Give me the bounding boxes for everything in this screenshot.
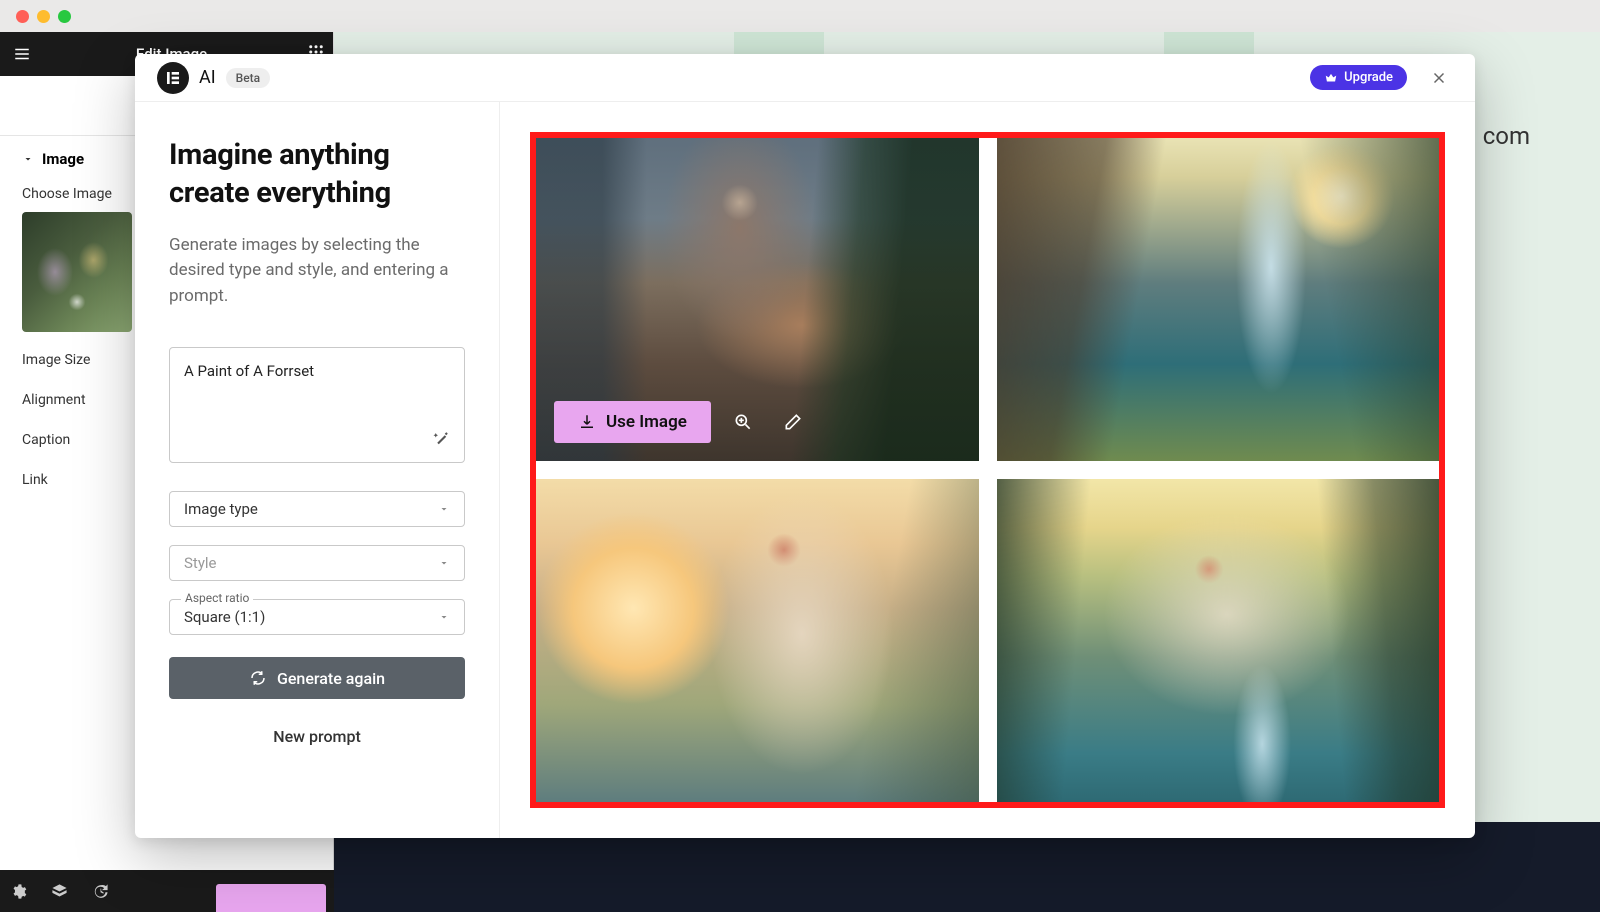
- image-thumbnail[interactable]: [22, 212, 132, 332]
- style-label: Style: [184, 554, 217, 572]
- menu-icon[interactable]: [8, 40, 36, 68]
- ai-label: AI: [199, 67, 216, 88]
- elementor-logo-icon: [157, 62, 189, 94]
- image-type-select[interactable]: Image type: [169, 491, 465, 527]
- prompt-box[interactable]: [169, 347, 465, 463]
- prompt-input[interactable]: [184, 362, 450, 426]
- headline: Imagine anything create everything: [169, 136, 465, 213]
- settings-icon[interactable]: [10, 883, 27, 900]
- generate-again-label: Generate again: [277, 669, 385, 688]
- edit-button[interactable]: [775, 404, 811, 440]
- image-type-label: Image type: [184, 500, 258, 518]
- tile-overlay: Use Image: [554, 401, 811, 443]
- update-button-peek[interactable]: [216, 884, 326, 912]
- zoom-icon: [733, 412, 753, 432]
- chevron-down-icon: [438, 503, 450, 515]
- layers-icon[interactable]: [51, 883, 68, 900]
- style-select[interactable]: Style: [169, 545, 465, 581]
- chevron-down-icon: [438, 611, 450, 623]
- upgrade-label: Upgrade: [1344, 70, 1393, 85]
- result-tile-4[interactable]: [997, 479, 1440, 802]
- use-image-button[interactable]: Use Image: [554, 401, 711, 443]
- result-tile-1[interactable]: Use Image: [536, 138, 979, 461]
- modal-gallery-area: Use Image: [500, 102, 1475, 838]
- headline-line1: Imagine anything: [169, 138, 390, 172]
- aspect-ratio-float-label: Aspect ratio: [181, 591, 253, 605]
- alignment-label: Alignment: [22, 392, 86, 408]
- download-icon: [578, 413, 596, 431]
- headline-line2: create everything: [169, 176, 391, 210]
- section-image-label: Image: [42, 150, 84, 168]
- mac-close-dot[interactable]: [16, 10, 29, 23]
- enhance-prompt-button[interactable]: [432, 430, 450, 452]
- aspect-ratio-value: Square (1:1): [184, 608, 265, 626]
- close-icon: [1430, 69, 1448, 87]
- mac-max-dot[interactable]: [58, 10, 71, 23]
- refresh-icon: [249, 669, 267, 687]
- mac-window-chrome: [0, 0, 1600, 32]
- results-gallery: Use Image: [530, 132, 1445, 808]
- close-button[interactable]: [1425, 64, 1453, 92]
- subtext: Generate images by selecting the desired…: [169, 233, 465, 310]
- modal-sidebar: Imagine anything create everything Gener…: [135, 102, 500, 838]
- link-label: Link: [22, 472, 48, 488]
- chevron-down-icon: [438, 557, 450, 569]
- crown-icon: [1324, 71, 1338, 85]
- result-tile-3[interactable]: [536, 479, 979, 802]
- background-text-fragment: com: [1483, 122, 1530, 150]
- use-image-label: Use Image: [606, 412, 687, 432]
- history-icon[interactable]: [92, 883, 109, 900]
- upgrade-button[interactable]: Upgrade: [1310, 65, 1407, 90]
- generate-again-button[interactable]: Generate again: [169, 657, 465, 699]
- caption-label: Caption: [22, 432, 70, 448]
- caret-down-icon: [22, 153, 34, 165]
- ai-modal: AI Beta Upgrade Imagine anything create …: [135, 54, 1475, 838]
- pencil-icon: [783, 412, 803, 432]
- aspect-ratio-group: Aspect ratio Square (1:1): [169, 599, 465, 635]
- generated-image-3: [536, 479, 979, 802]
- generated-image-4: [997, 479, 1440, 802]
- zoom-button[interactable]: [725, 404, 761, 440]
- modal-header: AI Beta Upgrade: [135, 54, 1475, 102]
- generated-image-2: [997, 138, 1440, 461]
- result-tile-2[interactable]: [997, 138, 1440, 461]
- mac-min-dot[interactable]: [37, 10, 50, 23]
- new-prompt-button[interactable]: New prompt: [169, 719, 465, 754]
- wand-icon: [432, 430, 450, 448]
- image-size-label: Image Size: [22, 352, 90, 368]
- beta-badge: Beta: [226, 68, 270, 88]
